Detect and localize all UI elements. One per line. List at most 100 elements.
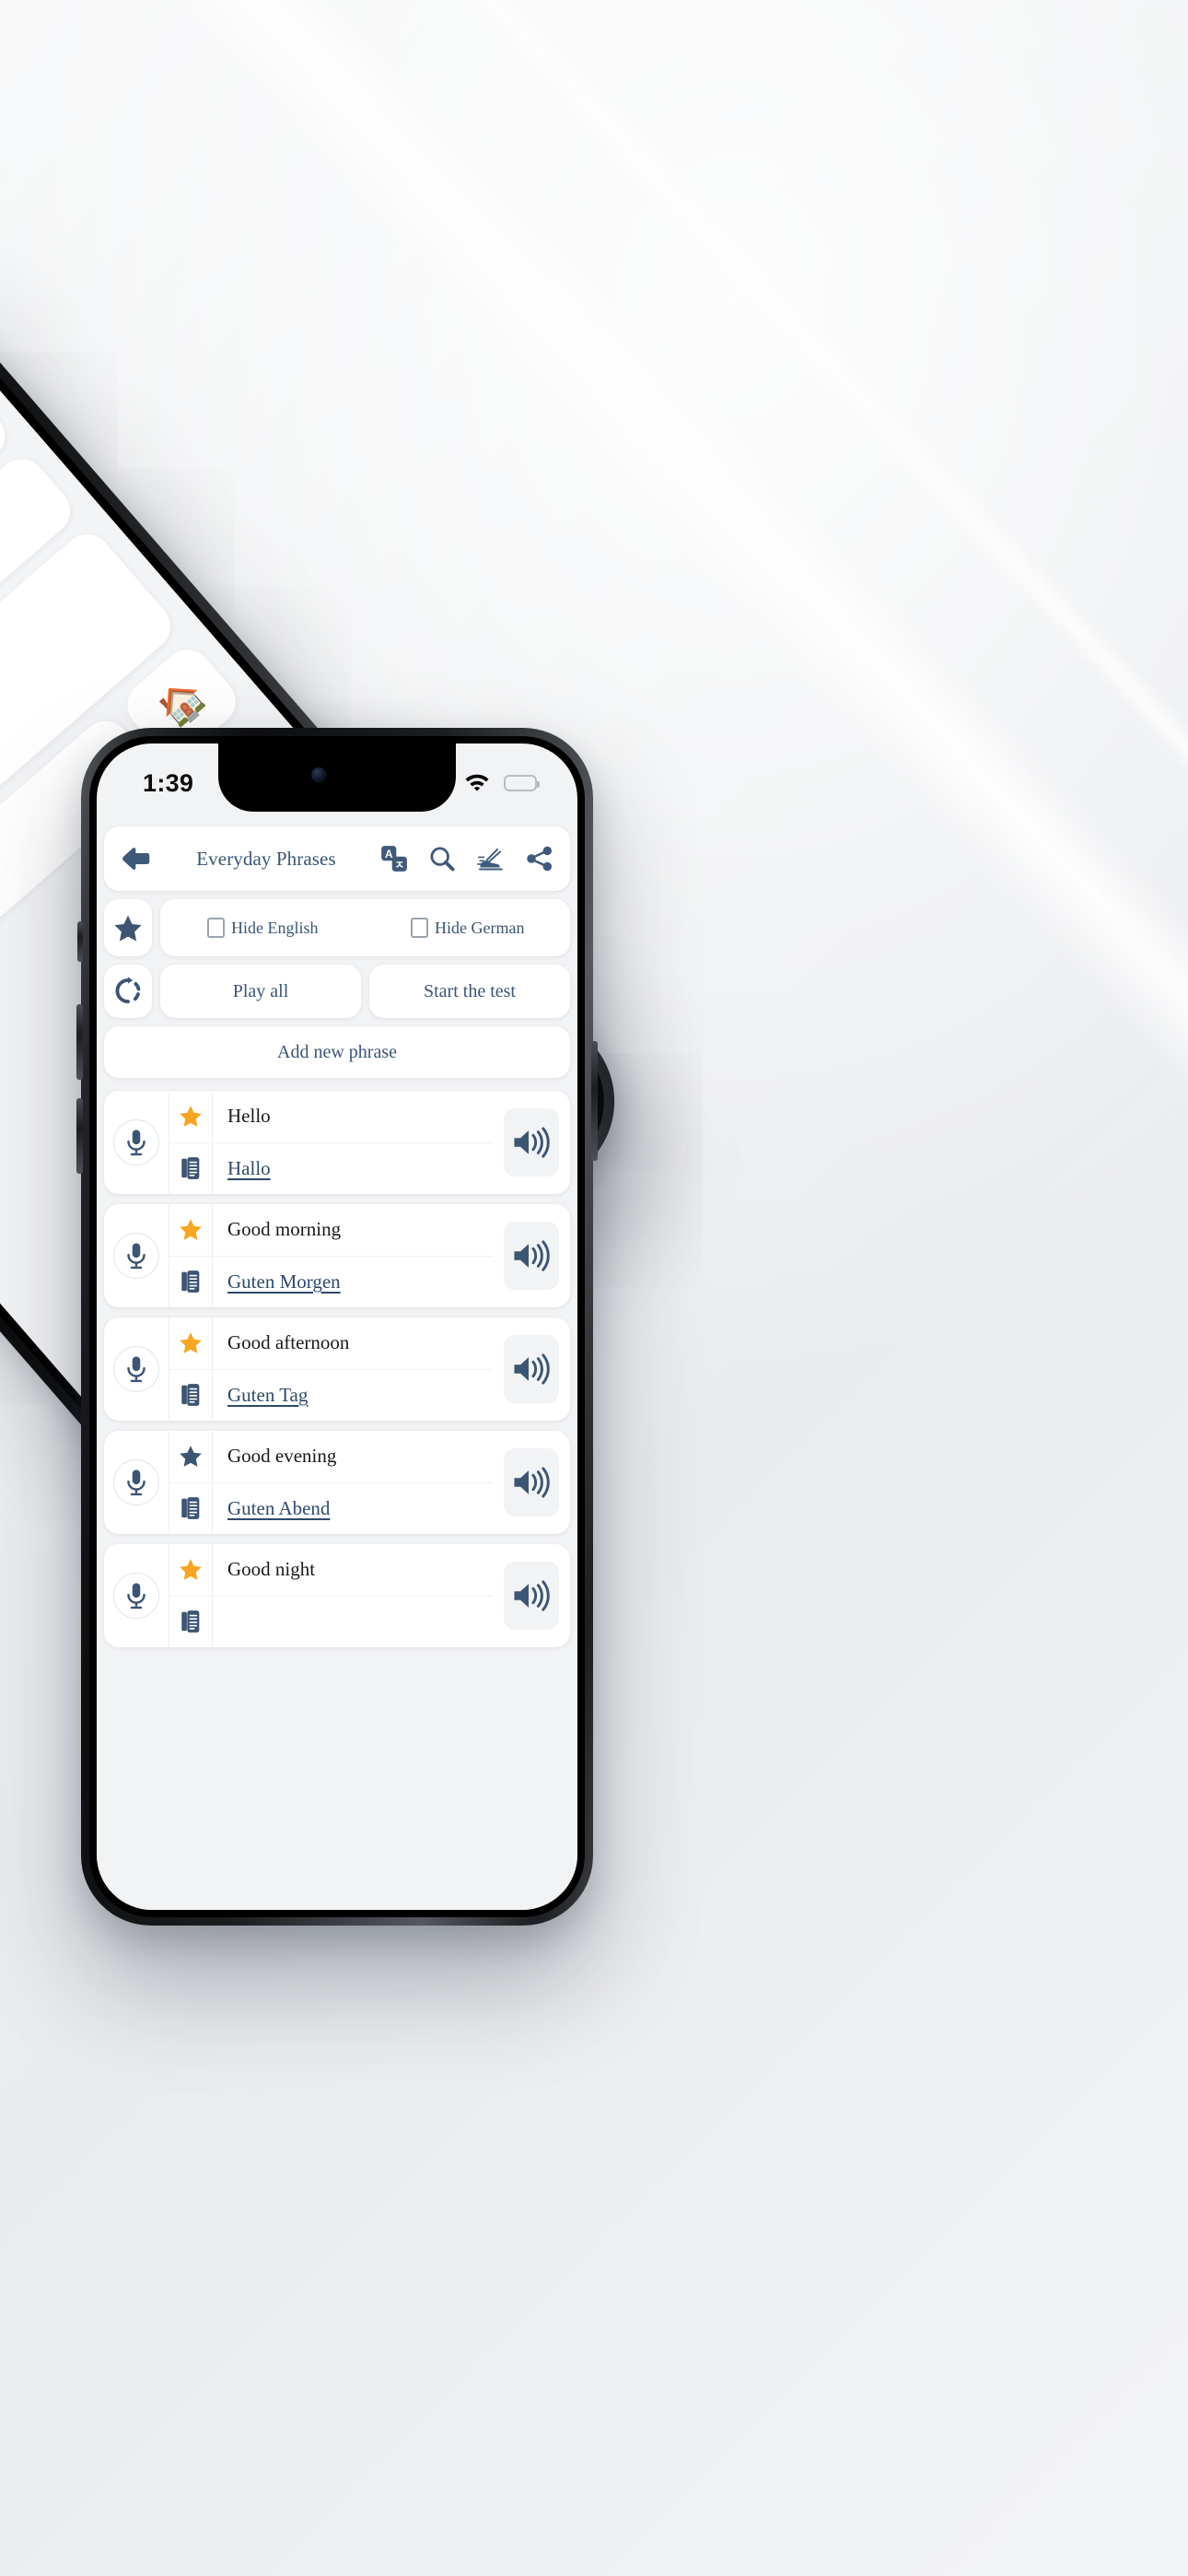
checkbox-box-german[interactable]: [411, 918, 429, 938]
favorite-star-button[interactable]: [169, 1091, 213, 1142]
hide-english-checkbox[interactable]: Hide English: [160, 918, 366, 938]
front-phone-notch: [218, 744, 456, 812]
phrase-text-block: Good evening Guten Abend: [169, 1431, 493, 1534]
phrase-english: Good morning: [227, 1218, 342, 1241]
microphone-circle[interactable]: [113, 1459, 159, 1505]
share-icon[interactable]: [526, 846, 553, 872]
star-icon: [180, 1332, 202, 1354]
repeat-icon: [115, 977, 141, 1003]
page-title: Everyday Phrases: [196, 847, 336, 870]
star-icon: [180, 1106, 202, 1128]
power-button[interactable]: [591, 1041, 598, 1161]
copy-icon: [181, 1384, 200, 1407]
play-audio-button[interactable]: [493, 1091, 570, 1194]
navbar-actions: A ㅈ: [380, 845, 555, 872]
speaker-box[interactable]: [504, 1448, 559, 1516]
repeat-button[interactable]: [104, 965, 152, 1018]
favorite-star-button[interactable]: [169, 1431, 213, 1482]
phrase-text-block: Good afternoon Guten Tag: [169, 1317, 493, 1421]
app-content: Everyday Phrases A ㅈ Hide English Hide G…: [97, 815, 577, 1910]
silent-switch[interactable]: [77, 921, 83, 962]
star-icon: [180, 1446, 202, 1468]
microphone-circle[interactable]: [113, 1346, 159, 1392]
phrase-english-line: Good afternoon: [169, 1317, 493, 1370]
phrase-english-line: Good evening: [169, 1431, 493, 1483]
copy-button[interactable]: [169, 1142, 213, 1194]
speaker-box[interactable]: [504, 1335, 559, 1403]
record-button[interactable]: [104, 1431, 169, 1534]
phrase-text-block: Hello Hallo: [169, 1091, 493, 1194]
speaker-icon: [514, 1353, 550, 1385]
play-all-button[interactable]: Play all: [160, 965, 361, 1018]
phrase-english: Good evening: [227, 1445, 337, 1468]
phrase-english-line: Hello: [169, 1091, 493, 1143]
phrase-german-line: Hallo: [169, 1142, 493, 1194]
phrase-english: Good night: [227, 1558, 316, 1581]
speaker-icon: [514, 1580, 550, 1611]
phrase-text-block: Good morning Guten Morgen: [169, 1204, 493, 1307]
phrase-german[interactable]: Guten Tag: [213, 1384, 308, 1407]
back-arrow-icon[interactable]: [121, 847, 152, 871]
copy-icon: [181, 1157, 200, 1180]
play-audio-button[interactable]: [493, 1204, 570, 1307]
phrase-row[interactable]: Good morning Guten Morgen: [104, 1204, 570, 1307]
record-button[interactable]: [104, 1544, 169, 1647]
phrase-text-block: Good night: [169, 1544, 493, 1647]
search-icon[interactable]: [428, 845, 456, 872]
favorite-star-button[interactable]: [169, 1544, 213, 1596]
play-audio-button[interactable]: [493, 1544, 570, 1647]
sneaker-icon[interactable]: [476, 846, 506, 872]
svg-text:A: A: [385, 848, 393, 861]
speaker-box[interactable]: [504, 1108, 559, 1177]
phrase-row[interactable]: Good night: [104, 1544, 570, 1647]
phrase-english: Hello: [227, 1105, 271, 1128]
phrase-row[interactable]: Hello Hallo: [104, 1091, 570, 1194]
phrase-german-line: Guten Abend: [169, 1482, 493, 1534]
phrase-english-line: Good night: [169, 1544, 493, 1597]
copy-button[interactable]: [169, 1256, 213, 1307]
microphone-circle[interactable]: [113, 1573, 159, 1619]
hide-german-checkbox[interactable]: Hide German: [366, 918, 571, 938]
microphone-circle[interactable]: [113, 1233, 159, 1279]
navigation-bar: Everyday Phrases A ㅈ: [104, 826, 570, 891]
phrase-row[interactable]: Good afternoon Guten Tag: [104, 1317, 570, 1421]
speaker-box[interactable]: [504, 1562, 559, 1630]
phrase-german-line: [169, 1596, 493, 1647]
copy-button[interactable]: [169, 1369, 213, 1421]
volume-down-button[interactable]: [76, 1098, 83, 1174]
phrase-row[interactable]: Good evening Guten Abend: [104, 1431, 570, 1534]
star-icon: [180, 1559, 202, 1581]
hide-options-row: Hide English Hide German: [104, 899, 570, 956]
phrase-german-line: Guten Tag: [169, 1369, 493, 1421]
speaker-box[interactable]: [504, 1222, 559, 1290]
add-new-phrase-button[interactable]: Add new phrase: [104, 1026, 570, 1078]
copy-button[interactable]: [169, 1482, 213, 1534]
microphone-circle[interactable]: [113, 1119, 159, 1165]
phrase-english: Good afternoon: [227, 1331, 350, 1354]
front-phone-screen: 1:39 Everyday Phrases A ㅈ Hide English H…: [97, 744, 577, 1910]
phrase-german[interactable]: Hallo: [213, 1157, 271, 1180]
favorite-star-button[interactable]: [169, 1317, 213, 1369]
hide-english-label: Hide English: [231, 918, 319, 937]
phrase-german[interactable]: Guten Abend: [213, 1497, 330, 1520]
play-audio-button[interactable]: [493, 1431, 570, 1534]
translate-icon[interactable]: A ㅈ: [380, 845, 408, 872]
copy-button[interactable]: [169, 1596, 213, 1647]
start-test-button[interactable]: Start the test: [369, 965, 570, 1018]
favorites-filter-button[interactable]: [104, 899, 152, 956]
volume-up-button[interactable]: [76, 1004, 83, 1080]
checkbox-box-english[interactable]: [207, 918, 225, 938]
play-audio-button[interactable]: [493, 1317, 570, 1421]
record-button[interactable]: [104, 1091, 169, 1194]
phrase-german[interactable]: Guten Morgen: [213, 1270, 341, 1294]
wifi-icon: [462, 773, 492, 794]
star-filled-icon: [114, 915, 142, 942]
star-icon: [180, 1219, 202, 1241]
microphone-icon: [127, 1469, 146, 1496]
favorite-star-button[interactable]: [169, 1204, 213, 1256]
record-button[interactable]: [104, 1317, 169, 1421]
front-phone-device: 1:39 Everyday Phrases A ㅈ Hide English H…: [76, 728, 598, 1926]
svg-text:ㅈ: ㅈ: [394, 860, 404, 871]
record-button[interactable]: [104, 1204, 169, 1307]
speaker-icon: [514, 1240, 550, 1271]
